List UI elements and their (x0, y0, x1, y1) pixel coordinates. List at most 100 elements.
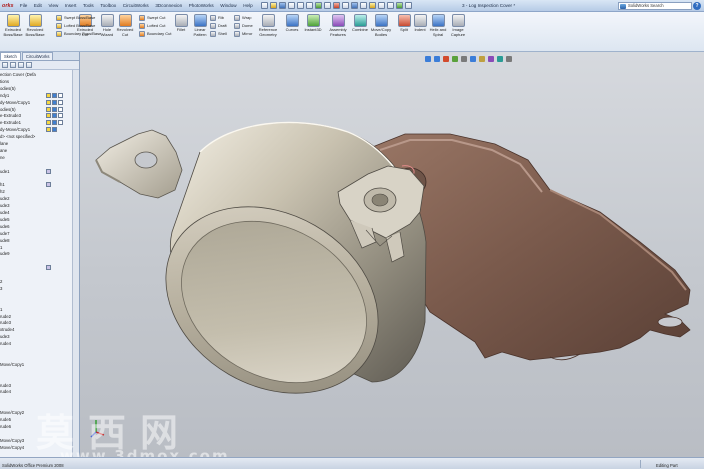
menu-photoworks[interactable]: PhotoWorks (185, 3, 217, 8)
save-icon[interactable] (278, 2, 286, 9)
visibility-marker-icon[interactable] (46, 106, 51, 112)
ribbon-small-lofted-boss-base[interactable]: Lofted Boss/Base (56, 22, 95, 29)
tree-item[interactable]: d> <not specified> (0, 134, 35, 139)
tree-item[interactable]: rude3 (0, 320, 11, 325)
tree-item[interactable]: ude2 (0, 196, 10, 201)
search-input[interactable]: SolidWorks Search (618, 2, 692, 10)
tree-item[interactable]: 2 (0, 279, 2, 284)
ribbon-button-curves[interactable]: Curves (281, 14, 303, 33)
tree-item[interactable]: Move/Copy3 (0, 438, 24, 443)
tree-item[interactable]: Move/Copy2 (0, 410, 24, 415)
tree-item[interactable]: odies(5) (0, 86, 16, 91)
visibility-marker-icon[interactable] (52, 106, 57, 112)
feature-tree-tab-icon[interactable] (2, 62, 8, 68)
visibility-marker-icon[interactable] (58, 113, 63, 119)
tree-item[interactable]: xtrude4 (0, 327, 14, 332)
section-view-icon[interactable] (386, 2, 394, 9)
rebuild-icon[interactable] (323, 2, 331, 9)
visibility-marker-icon[interactable] (46, 99, 51, 105)
ribbon-button-instant3d[interactable]: Instant3D (302, 14, 324, 33)
tree-item[interactable]: ude6 (0, 224, 10, 229)
ribbon-small-swept-cut[interactable]: Swept Cut (139, 14, 165, 21)
ribbon-small-draft[interactable]: Draft (210, 22, 227, 29)
ribbon-button-combine[interactable]: Combine (349, 14, 371, 33)
tree-item[interactable]: h2 (0, 189, 5, 194)
ribbon-small-swept-boss-base[interactable]: Swept Boss/Base (56, 14, 95, 21)
tree-item[interactable]: ude3 (0, 203, 10, 208)
visibility-marker-icon[interactable] (46, 120, 51, 126)
menu-edit[interactable]: Edit (31, 3, 46, 8)
ribbon-small-boundary-boss-base[interactable]: Boundary Boss/Base (56, 30, 101, 37)
tree-item[interactable]: 1 (0, 245, 2, 250)
visibility-marker-icon[interactable] (46, 182, 51, 188)
tree-item[interactable]: h1 (0, 182, 5, 187)
menu-3dconnexion[interactable]: 3Dconnexion (152, 3, 185, 8)
ribbon-button-linear-pattern[interactable]: Linear Pattern (189, 14, 211, 37)
tree-item[interactable]: odies(5) (0, 107, 16, 112)
graphics-area[interactable] (80, 52, 704, 457)
log-inspection-cover-model[interactable] (80, 52, 704, 457)
tree-item[interactable]: ude3 (0, 334, 10, 339)
options-icon[interactable] (332, 2, 340, 9)
ribbon-button-move-copy-bodies[interactable]: Move/Copy Bodies (370, 14, 392, 37)
ribbon-button-reference-geometry[interactable]: Reference Geometry (257, 14, 279, 37)
tree-item[interactable]: ude4 (0, 210, 10, 215)
menu-circuitworks[interactable]: CircuitWorks (119, 3, 152, 8)
ribbon-button-assembly-features[interactable]: Assembly Features (327, 14, 349, 37)
tree-item[interactable]: ude8 (0, 238, 10, 243)
tree-item[interactable]: ude7 (0, 231, 10, 236)
menu-file[interactable]: File (17, 3, 31, 8)
tree-item[interactable]: tions (0, 79, 9, 84)
visibility-marker-icon[interactable] (46, 168, 51, 174)
visibility-marker-icon[interactable] (52, 92, 57, 98)
visibility-marker-icon[interactable] (46, 92, 51, 98)
menu-view[interactable]: View (45, 3, 61, 8)
ribbon-button-revolved-cut[interactable]: Revolved Cut (114, 14, 136, 37)
rotate-icon[interactable] (359, 2, 367, 9)
visibility-marker-icon[interactable] (58, 99, 63, 105)
ribbon-button-image-capture[interactable]: Image Capture (447, 14, 469, 37)
ribbon-button-helix-and-spiral[interactable]: Helix and Spiral (427, 14, 449, 37)
ribbon-small-boundary-cut[interactable]: Boundary Cut (139, 30, 171, 37)
tree-item[interactable]: ndy1 (0, 93, 9, 98)
ribbon-small-mirror[interactable]: Mirror (234, 30, 252, 37)
ribbon-small-shell[interactable]: Shell (210, 30, 227, 37)
tree-item[interactable]: rude3 (0, 383, 11, 388)
configuration-tab-icon[interactable] (18, 62, 24, 68)
menu-window[interactable]: Window (217, 3, 240, 8)
ribbon-small-rib[interactable]: Rib (210, 14, 224, 21)
visibility-marker-icon[interactable] (52, 99, 57, 105)
tree-item[interactable]: rude4 (0, 341, 11, 346)
tree-item[interactable]: ude5 (0, 217, 10, 222)
visibility-marker-icon[interactable] (52, 120, 57, 126)
ribbon-small-lofted-cut[interactable]: Lofted Cut (139, 22, 165, 29)
visibility-marker-icon[interactable] (58, 106, 63, 112)
visibility-marker-icon[interactable] (46, 127, 51, 133)
ribbon-small-wrap[interactable]: Wrap (234, 14, 251, 21)
dimxpert-tab-icon[interactable] (26, 62, 32, 68)
tab-sketch[interactable]: Sketch (0, 52, 21, 60)
tree-item[interactable]: dy-Move/Copy1 (0, 127, 30, 132)
appearance-icon[interactable] (368, 2, 376, 9)
visibility-marker-icon[interactable] (46, 265, 51, 271)
redo-icon[interactable] (305, 2, 313, 9)
tree-item[interactable]: lane (0, 141, 8, 146)
tree-item[interactable]: ude9 (0, 251, 10, 256)
menu-toolbox[interactable]: Toolbox (97, 3, 119, 8)
view-toggle-icon[interactable] (341, 2, 349, 9)
menu-tools[interactable]: Tools (80, 3, 97, 8)
tab-circuitworks[interactable]: CircuitWorks (21, 52, 54, 60)
tree-item[interactable]: dy-Move/Copy1 (0, 100, 30, 105)
visibility-marker-icon[interactable] (46, 113, 51, 119)
print-icon[interactable] (287, 2, 295, 9)
tree-item[interactable]: 3 (0, 286, 2, 291)
new-document-icon[interactable] (260, 2, 268, 9)
visibility-marker-icon[interactable] (58, 92, 63, 98)
tree-item[interactable]: Move/Copy1 (0, 362, 24, 367)
tree-item[interactable]: Move/Copy4 (0, 445, 24, 450)
undo-icon[interactable] (296, 2, 304, 9)
tree-item[interactable]: rude4 (0, 389, 11, 394)
help-icon[interactable]: ? (693, 2, 701, 10)
view-orientation-icon[interactable] (395, 2, 403, 9)
open-icon[interactable] (269, 2, 277, 9)
